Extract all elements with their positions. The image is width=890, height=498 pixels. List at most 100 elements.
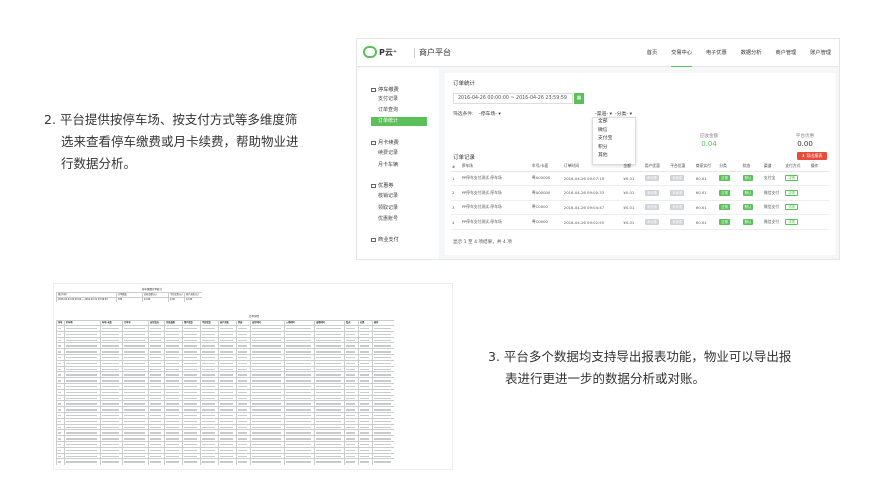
- cell-content-placeholder: [124, 328, 145, 330]
- cell-content-placeholder: [150, 339, 161, 341]
- sidebar-item-claimed[interactable]: 领取记录: [371, 204, 427, 213]
- cell-content-placeholder: [286, 449, 311, 452]
- calendar-button[interactable]: ▦: [574, 93, 584, 104]
- cell-content-placeholder: [346, 380, 355, 382]
- cell-content-placeholder: [286, 357, 311, 359]
- cell-content-placeholder: [66, 438, 97, 440]
- cell-content-placeholder: [374, 357, 391, 359]
- sidebar-item-order-query[interactable]: 订单查询: [371, 106, 427, 115]
- cell-content-placeholder: [124, 449, 145, 452]
- details-button[interactable]: 详情: [785, 175, 798, 182]
- sidebar-item-renewals[interactable]: 续费记录: [371, 149, 427, 158]
- cell-content-placeholder: [102, 357, 119, 359]
- sidebar-group-coupons[interactable]: 优惠券: [371, 182, 394, 189]
- cell-content-placeholder: [58, 351, 61, 353]
- cell-content-placeholder: [166, 438, 179, 440]
- cell-content-placeholder: [220, 397, 233, 399]
- status-badge: 默认: [742, 204, 754, 211]
- nav-item-home[interactable]: 首页: [647, 39, 657, 67]
- nav-item-transactions[interactable]: 交易中心: [671, 39, 692, 67]
- cell-content-placeholder: [124, 397, 145, 399]
- cell-content-placeholder: [150, 415, 161, 417]
- cell-content-placeholder: [66, 374, 97, 376]
- date-range-input[interactable]: 2016-04-26 00:00:00 ~ 2016-04-26 23:59:5…: [453, 93, 573, 104]
- cell-content-placeholder: [124, 432, 145, 434]
- cell-content-placeholder: [238, 461, 247, 463]
- sidebar-group-shop-pay[interactable]: 商业支付: [371, 236, 399, 243]
- cell-content-placeholder: [58, 368, 61, 370]
- sidebar-item-monthly-cars[interactable]: 月卡车辆: [371, 161, 427, 170]
- cell-content-placeholder: [360, 415, 369, 417]
- cell-content-placeholder: [166, 345, 179, 347]
- cell-content-placeholder: [374, 444, 391, 446]
- cell-content-placeholder: [374, 328, 391, 330]
- sidebar-group-monthly[interactable]: 月卡续费: [371, 139, 399, 146]
- dropdown-option[interactable]: 其他: [593, 152, 635, 161]
- desc-line: 3. 平台多个数据均支持导出报表功能，物业可以导出报: [488, 349, 792, 364]
- cell-content-placeholder: [374, 397, 391, 399]
- cell-content-placeholder: [360, 380, 369, 382]
- cell-content-placeholder: [66, 426, 97, 428]
- category-select[interactable]: -分类- ▾: [615, 110, 632, 117]
- cell-content-placeholder: [252, 333, 281, 336]
- cell-content-placeholder: [316, 380, 341, 382]
- cell-content-placeholder: [66, 415, 97, 417]
- cell-content-placeholder: [66, 444, 97, 446]
- sidebar-item-payments[interactable]: 支付记录: [371, 95, 427, 104]
- cell-content-placeholder: [202, 351, 215, 353]
- channel-select[interactable]: -渠道- ▾: [595, 110, 612, 117]
- cell-content-placeholder: [346, 362, 355, 365]
- cell-content-placeholder: [166, 409, 179, 411]
- cell-content-placeholder: [252, 403, 281, 405]
- merchant-platform-screenshot: P云⁺ 商户平台 首页 交易中心 电子优惠 数据分析 商户管理 账户管理 停车缴…: [356, 38, 840, 260]
- cell-content-placeholder: [346, 415, 355, 417]
- cell-content-placeholder: [238, 328, 247, 330]
- cell-content-placeholder: [220, 420, 233, 423]
- nav-item-accounts[interactable]: 账户管理: [810, 39, 831, 67]
- cell-content-placeholder: [66, 380, 97, 382]
- dropdown-option[interactable]: 微信: [593, 127, 635, 136]
- cell-content-placeholder: [252, 328, 281, 330]
- cell-content-placeholder: [252, 362, 281, 365]
- cell-content-placeholder: [238, 432, 247, 434]
- details-button[interactable]: 详情: [785, 189, 798, 196]
- cell-content-placeholder: [252, 455, 281, 457]
- parking-lot-select[interactable]: -停车场- ▾: [479, 110, 501, 117]
- cell-content-placeholder: [150, 409, 161, 411]
- sidebar-item-order-stats[interactable]: 订单统计: [371, 117, 427, 126]
- cell-content-placeholder: [184, 374, 197, 376]
- sidebar-item-coupon-accounts[interactable]: 优惠账号: [371, 215, 427, 224]
- cell-content-placeholder: [66, 403, 97, 405]
- cell-content-placeholder: [316, 339, 341, 341]
- dropdown-option[interactable]: 全部: [593, 118, 635, 127]
- cell-content-placeholder: [374, 374, 391, 376]
- sheet-summary-row: 2016-03-01 00:00:00 ~ 2016-03-31 23:59:5…: [56, 296, 202, 302]
- nav-item-analytics[interactable]: 数据分析: [741, 39, 762, 67]
- nav-item-merchants[interactable]: 商户管理: [775, 39, 796, 67]
- details-button[interactable]: 详情: [785, 219, 798, 226]
- cell-content-placeholder: [102, 455, 119, 457]
- cell-content-placeholder: [238, 420, 247, 423]
- cell-content-placeholder: [150, 351, 161, 353]
- cell-content-placeholder: [124, 444, 145, 446]
- cell-content-placeholder: [58, 328, 61, 330]
- cell-content-placeholder: [360, 328, 369, 330]
- nav-item-coupons[interactable]: 电子优惠: [706, 39, 727, 67]
- export-report-button[interactable]: ⬇ 导出报表: [797, 152, 827, 160]
- sidebar-item-redeemed[interactable]: 核销记录: [371, 192, 427, 201]
- sidebar-group-parking[interactable]: 停车缴费: [371, 86, 399, 93]
- details-button[interactable]: 详情: [785, 204, 798, 211]
- cell-content-placeholder: [286, 420, 311, 423]
- cell-content-placeholder: [238, 409, 247, 411]
- dropdown-option[interactable]: 支付宝: [593, 135, 635, 144]
- dropdown-option[interactable]: 积分: [593, 144, 635, 153]
- cell-content-placeholder: [124, 368, 145, 370]
- records-title: 订单记录: [453, 155, 476, 161]
- cell-content-placeholder: [184, 432, 197, 434]
- cell-content-placeholder: [286, 339, 311, 341]
- cell-content-placeholder: [184, 461, 197, 463]
- cell-content-placeholder: [124, 409, 145, 411]
- cell-content-placeholder: [316, 374, 341, 376]
- cell-content-placeholder: [58, 420, 61, 423]
- cell-content-placeholder: [316, 455, 341, 457]
